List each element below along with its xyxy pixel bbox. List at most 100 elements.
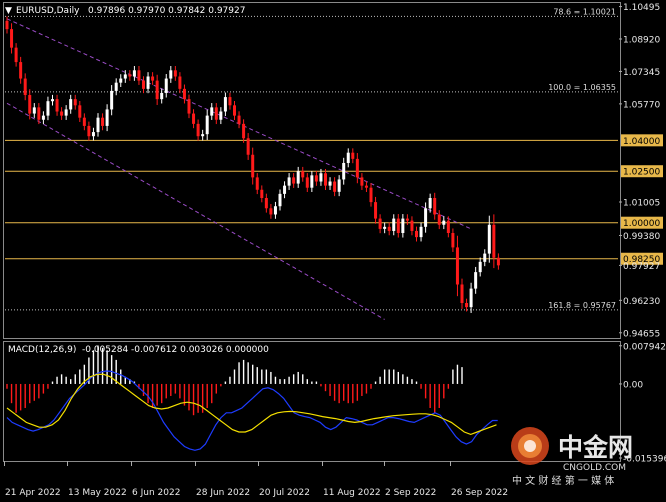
candle-body (342, 162, 346, 180)
macd-label: MACD(12,26,9) (8, 345, 76, 355)
candle-body (182, 88, 186, 100)
candle-body (251, 154, 255, 178)
candle-body (487, 224, 491, 254)
candle-body (228, 97, 232, 106)
candle-body (273, 206, 277, 215)
candle-body (69, 99, 73, 110)
candle-body (187, 99, 191, 114)
candle-body (465, 303, 469, 308)
candle-body (269, 208, 273, 215)
macd-tick-label: 0.007942 (623, 342, 666, 352)
candle-body (387, 226, 391, 231)
candle-body (446, 220, 450, 234)
candle-body (383, 226, 387, 229)
candle-body (78, 105, 82, 118)
candle-body (278, 193, 282, 207)
candle-body (346, 152, 350, 163)
candle-body (474, 272, 478, 289)
candle-body (14, 47, 18, 63)
candle-body (164, 78, 168, 93)
candle-body (242, 123, 246, 139)
candle-body (355, 158, 359, 178)
candle-body (492, 224, 496, 258)
candle-body (223, 97, 227, 112)
candle-body (433, 197, 437, 215)
candle-body (10, 29, 14, 48)
candle-body (214, 107, 218, 120)
price-tick-label: 0.96230 (623, 297, 660, 307)
price-tick-label: 1.10495 (623, 3, 660, 13)
candle-body (37, 107, 41, 120)
candle-body (5, 20, 9, 30)
candle-body (314, 175, 318, 182)
candle-body (210, 107, 214, 116)
price-tick-label: 1.07345 (623, 68, 660, 78)
candle-body (364, 185, 368, 188)
candle-body (28, 95, 32, 114)
price-tick-label: 0.97927 (623, 262, 660, 272)
candle-body (101, 117, 105, 126)
price-tick-label: 1.00000 (623, 219, 660, 229)
candle-body (337, 179, 341, 192)
price-tick-label: 0.94655 (623, 329, 660, 339)
candle-body (55, 99, 59, 112)
date-tick-label: 26 Sep 2022 (451, 488, 508, 498)
candle-body (469, 288, 473, 308)
date-tick-label: 21 Apr 2022 (5, 488, 61, 498)
candle-body (173, 70, 177, 77)
candle-body (60, 111, 64, 116)
fib-label: 100.0 = 1.06355 (548, 83, 616, 92)
symbol-label: EURUSD,Daily (16, 6, 80, 16)
candle-body (333, 181, 337, 192)
candle-body (419, 226, 423, 238)
menu-arrow-icon[interactable]: ▼ (5, 6, 12, 16)
candle-body (178, 76, 182, 89)
date-tick-label: 13 May 2022 (68, 488, 127, 498)
candle-body (264, 197, 268, 209)
price-tick-label: 1.05770 (623, 100, 660, 110)
candle-body (110, 90, 114, 110)
candle-body (205, 115, 209, 135)
candle-body (73, 99, 77, 106)
candle-body (442, 220, 446, 225)
candle-body (292, 177, 296, 184)
date-tick-label: 6 Jun 2022 (132, 488, 180, 498)
candle-body (160, 92, 164, 100)
date-tick-label: 2 Sep 2022 (385, 488, 436, 498)
candle-body (305, 177, 309, 188)
candle-body (374, 202, 378, 219)
candle-body (328, 181, 332, 186)
candle-body (64, 109, 68, 116)
candle-body (246, 138, 250, 155)
candle-body (428, 197, 432, 209)
price-tick-label: 1.02500 (623, 168, 660, 178)
candle-body (82, 117, 86, 126)
candle-body (142, 80, 145, 89)
candle-body (287, 177, 291, 186)
candle-body (169, 70, 173, 79)
date-tick-label: 11 Aug 2022 (323, 488, 381, 498)
date-tick-label: 28 Jun 2022 (196, 488, 250, 498)
fib-label: 161.8 = 0.95767 (548, 301, 616, 310)
candle-body (396, 218, 400, 234)
watermark-name: 中金网 (558, 433, 633, 462)
candle-body (201, 134, 205, 137)
candle-body (415, 230, 418, 238)
candle-body (132, 70, 136, 77)
candle-body (310, 175, 314, 188)
candle-body (32, 107, 36, 114)
cngold-logo-icon (511, 427, 549, 465)
candle-body (41, 115, 45, 120)
candle-body (478, 261, 482, 273)
candle-body (401, 218, 405, 234)
price-tick-label: 1.08920 (623, 36, 660, 46)
date-tick-label: 20 Jul 2022 (259, 488, 310, 498)
candle-body (319, 173, 323, 182)
candle-body (233, 105, 236, 116)
candle-body (105, 109, 109, 126)
macd-values: -0.005284 -0.007612 0.003026 0.000000 (82, 345, 269, 355)
cngold-watermark: 中金网 CNGOLD.COM 中 文 财 经 第 一 媒 体 (511, 427, 633, 487)
candle-body (455, 247, 459, 285)
candle-body (405, 218, 409, 221)
candle-body (410, 220, 414, 231)
